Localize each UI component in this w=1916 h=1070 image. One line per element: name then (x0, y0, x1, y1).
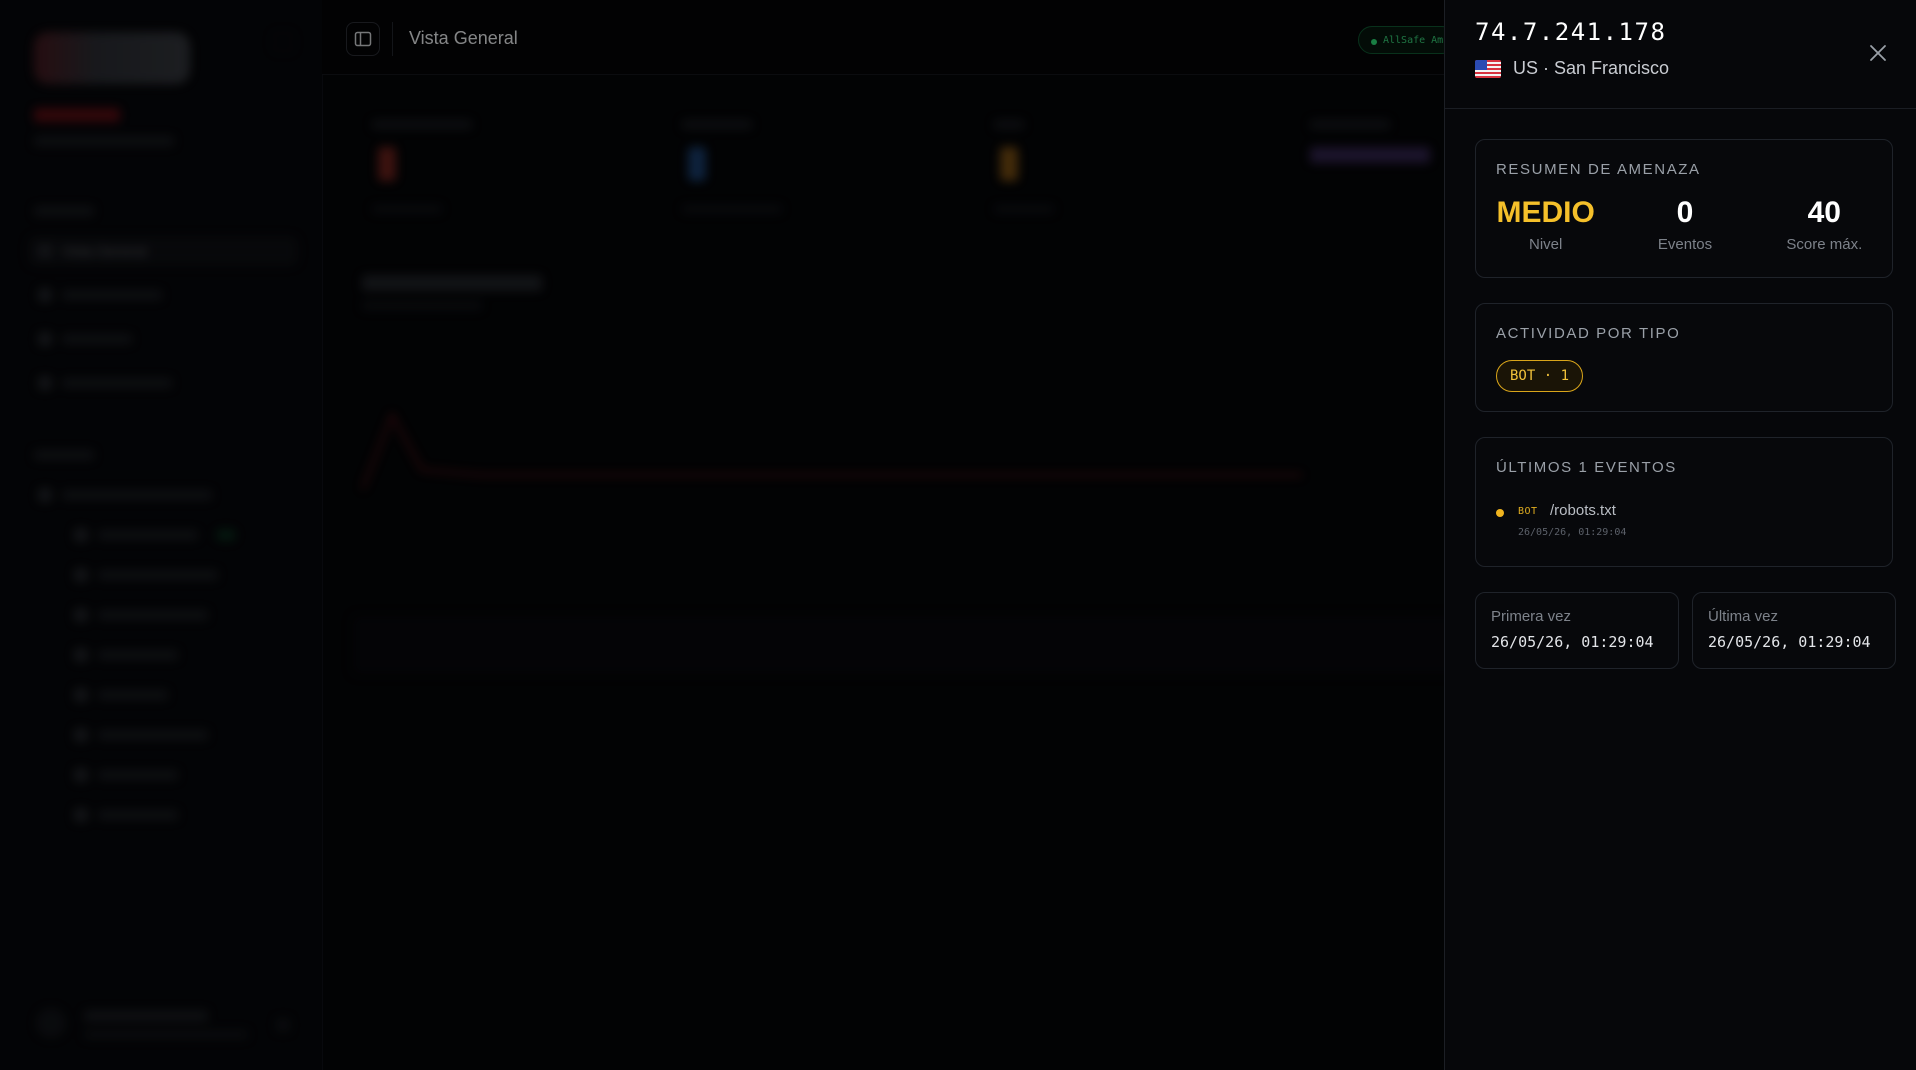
threat-level-value: MEDIO (1496, 196, 1595, 229)
us-flag-icon (1475, 59, 1501, 78)
event-path: /robots.txt (1550, 502, 1616, 519)
first-seen-card: Primera vez 26/05/26, 01:29:04 (1475, 592, 1679, 669)
location-text: US · San Francisco (1513, 58, 1670, 78)
activity-type-chip[interactable]: BOT · 1 (1496, 360, 1584, 392)
last-seen-value: 26/05/26, 01:29:04 (1708, 633, 1871, 651)
ip-detail-drawer: 74.7.241.178 US · San Francisco RESUMEN … (1444, 0, 1916, 1070)
drawer-header: 74.7.241.178 US · San Francisco (1445, 0, 1916, 109)
recent-events-card: ÚLTIMOS 1 EVENTOS BOT /robots.txt 26/05/… (1475, 437, 1893, 567)
threat-metrics: MEDIO Nivel 0 Eventos 40 Score máx. (1476, 196, 1894, 253)
events-count-value: 0 (1676, 196, 1694, 229)
card-title: RESUMEN DE AMENAZA (1496, 161, 1701, 178)
first-seen-value: 26/05/26, 01:29:04 (1491, 633, 1654, 651)
events-count-label: Eventos (1657, 236, 1713, 253)
event-severity-dot (1496, 509, 1504, 517)
first-seen-label: Primera vez (1491, 608, 1572, 625)
threat-summary-card: RESUMEN DE AMENAZA MEDIO Nivel 0 Eventos… (1475, 139, 1893, 278)
ip-address-title: 74.7.241.178 (1475, 18, 1667, 46)
metric-score: 40 Score máx. (1755, 196, 1894, 253)
metric-level: MEDIO Nivel (1476, 196, 1615, 253)
card-title: ÚLTIMOS 1 EVENTOS (1496, 459, 1677, 476)
modal-backdrop[interactable] (0, 0, 1444, 1070)
close-icon (1870, 45, 1886, 61)
geo-location: US · San Francisco (1475, 58, 1669, 79)
last-seen-label: Última vez (1708, 608, 1779, 625)
metric-events: 0 Eventos (1615, 196, 1754, 253)
max-score-label: Score máx. (1786, 236, 1863, 253)
card-title: ACTIVIDAD POR TIPO (1496, 325, 1681, 342)
event-type: BOT (1518, 506, 1538, 517)
close-drawer-button[interactable] (1861, 36, 1895, 70)
last-seen-card: Última vez 26/05/26, 01:29:04 (1692, 592, 1896, 669)
activity-by-type-card: ACTIVIDAD POR TIPO BOT · 1 (1475, 303, 1893, 412)
max-score-value: 40 (1807, 196, 1841, 229)
event-time: 26/05/26, 01:29:04 (1518, 527, 1627, 538)
threat-level-label: Nivel (1528, 236, 1563, 253)
